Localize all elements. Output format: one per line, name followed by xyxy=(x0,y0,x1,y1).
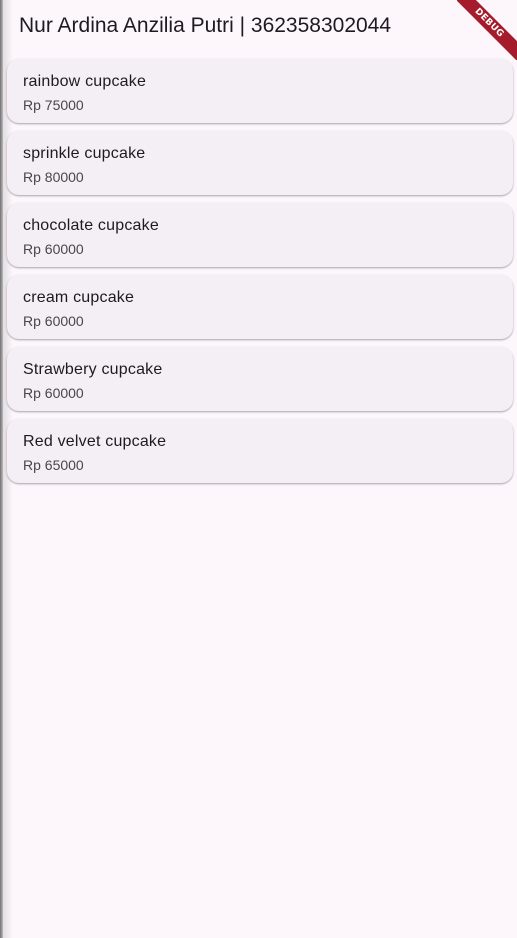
product-card[interactable]: Red velvet cupcake Rp 65000 xyxy=(7,419,513,483)
window-left-edge xyxy=(0,0,13,938)
product-price: Rp 60000 xyxy=(23,385,84,401)
product-card[interactable]: chocolate cupcake Rp 60000 xyxy=(7,203,513,267)
app-bar: Nur Ardina Anzilia Putri | 362358302044 xyxy=(0,0,517,54)
product-name: cream cupcake xyxy=(23,289,135,306)
product-price: Rp 75000 xyxy=(23,97,84,113)
product-price: Rp 60000 xyxy=(23,241,84,257)
product-name: sprinkle cupcake xyxy=(23,145,146,162)
debug-ribbon-label: DEBUG xyxy=(457,0,517,60)
app-title: Nur Ardina Anzilia Putri | 362358302044 xyxy=(19,14,392,37)
product-card[interactable]: rainbow cupcake Rp 75000 xyxy=(7,59,513,123)
product-card[interactable]: cream cupcake Rp 60000 xyxy=(7,275,513,339)
product-price: Rp 65000 xyxy=(23,457,84,473)
product-card[interactable]: sprinkle cupcake Rp 80000 xyxy=(7,131,513,195)
product-price: Rp 80000 xyxy=(23,169,84,185)
product-card[interactable]: Strawbery cupcake Rp 60000 xyxy=(7,347,513,411)
product-price: Rp 60000 xyxy=(23,313,84,329)
product-list: rainbow cupcake Rp 75000 sprinkle cupcak… xyxy=(7,59,513,491)
product-name: Red velvet cupcake xyxy=(23,433,167,450)
product-name: chocolate cupcake xyxy=(23,217,159,234)
product-name: rainbow cupcake xyxy=(23,73,147,90)
product-name: Strawbery cupcake xyxy=(23,361,163,378)
debug-banner: DEBUG xyxy=(457,0,517,60)
